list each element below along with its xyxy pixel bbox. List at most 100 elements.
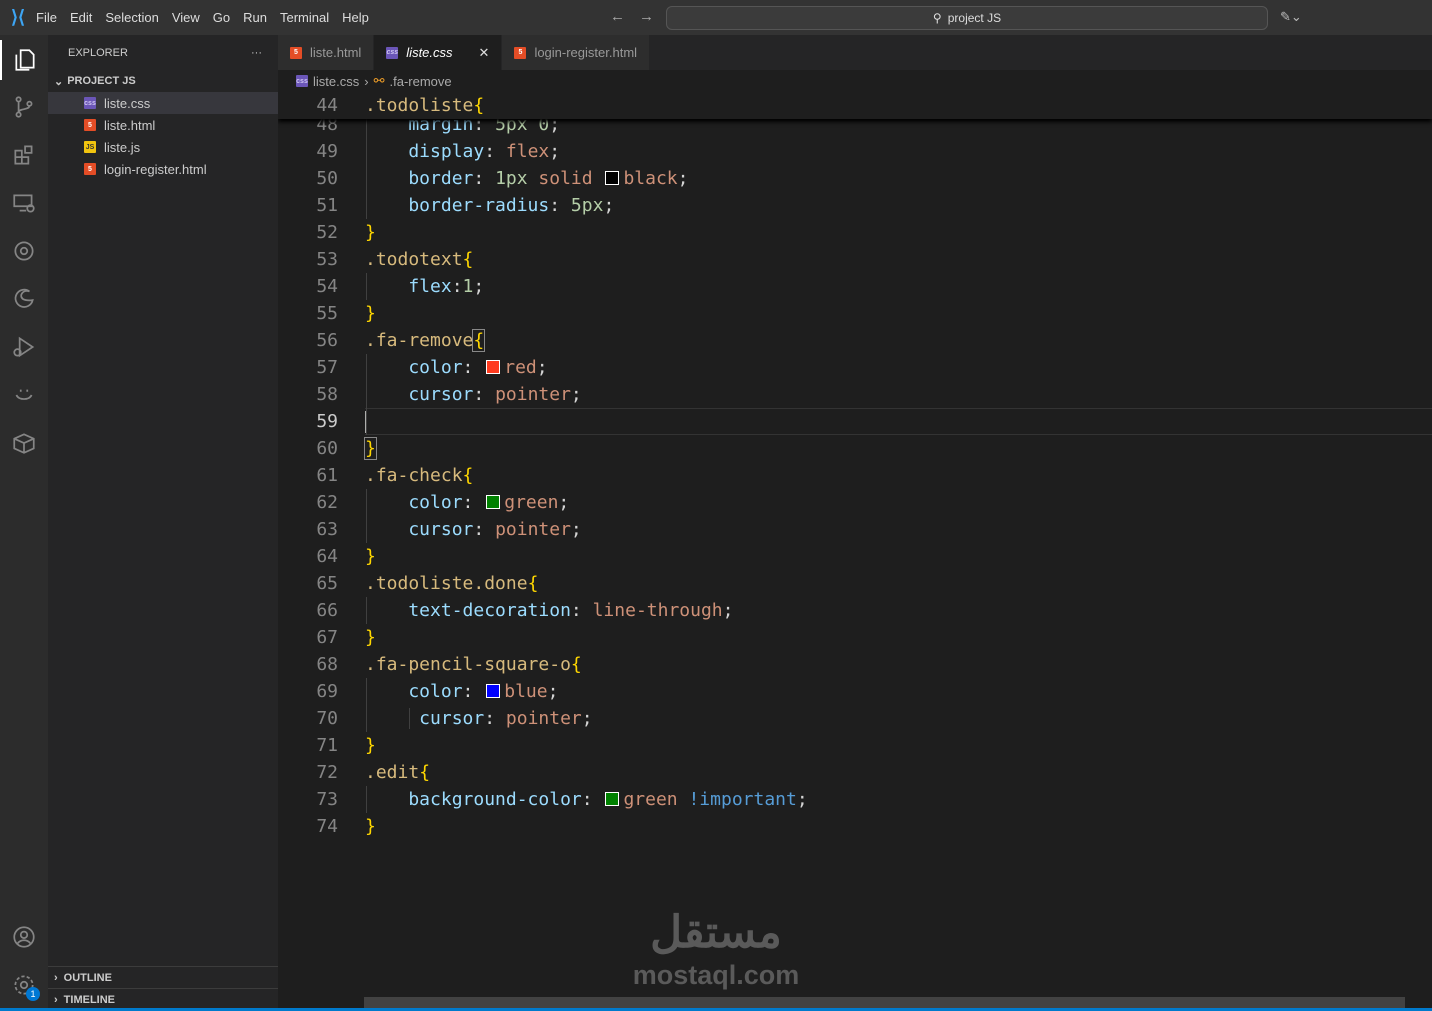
line-number: 52 — [316, 221, 338, 243]
line-number: 70 — [316, 707, 338, 729]
chevron-right-icon: › — [54, 971, 58, 984]
live-share-icon[interactable] — [0, 375, 48, 415]
line-code: cursor: pointer; — [365, 381, 581, 408]
accounts-icon[interactable] — [0, 917, 48, 957]
line-code: .fa-remove{ — [365, 327, 486, 354]
token-sel: .todoliste — [365, 95, 474, 116]
line-code: display: flex; — [365, 138, 560, 165]
code-line: 63 cursor: pointer; — [278, 516, 1432, 543]
file-item[interactable]: JS liste.js — [48, 136, 278, 158]
breadcrumb-file[interactable]: liste.css — [313, 74, 359, 89]
token-prop: text-decoration — [365, 599, 571, 621]
line-number: 54 — [316, 275, 338, 297]
color-swatch[interactable] — [486, 359, 501, 374]
code-line: 73 background-color: green !important; — [278, 786, 1432, 813]
line-code: .fa-pencil-square-o{ — [365, 651, 582, 678]
line-code: .todotext{ — [365, 246, 473, 273]
menu-go[interactable]: Go — [213, 10, 230, 25]
project-folder[interactable]: ⌄ PROJECT JS — [48, 70, 278, 92]
breadcrumb: css liste.css › ⚯ .fa-remove — [278, 70, 452, 92]
chevron-down-icon: ⌄ — [54, 75, 64, 88]
copilot-chat-icon[interactable]: ✎⌄ — [1280, 9, 1302, 25]
code-line: 56 .fa-remove{ — [278, 327, 1432, 354]
token-prop: border-radius — [365, 194, 550, 216]
token-brace: { — [419, 761, 431, 783]
token-punct: : — [581, 788, 604, 810]
token-prop: color — [365, 680, 463, 702]
color-swatch[interactable] — [605, 170, 620, 185]
code-line: 66 text-decoration: line-through; — [278, 597, 1432, 624]
line-number: 44 — [316, 95, 338, 116]
remote-explorer-icon[interactable] — [0, 183, 48, 223]
settings-gear-icon[interactable]: 1 — [0, 965, 48, 1005]
file-item[interactable]: css liste.css — [48, 92, 278, 114]
code-line: 55} — [278, 300, 1432, 327]
code-editor[interactable]: 48 margin: 5px 0; 49 display: flex; 50 bor… — [278, 92, 1432, 997]
line-number: 74 — [316, 815, 338, 837]
more-actions-button[interactable]: ··· — [251, 47, 262, 59]
color-swatch[interactable] — [486, 683, 501, 698]
edge-tools-icon[interactable] — [0, 279, 48, 319]
sticky-scroll-header[interactable]: 44 .todoliste{ — [278, 92, 1432, 119]
explorer-icon[interactable] — [0, 40, 48, 80]
html-file-icon: 5 — [84, 119, 96, 131]
line-number: 62 — [316, 491, 338, 513]
tab-login-register-html[interactable]: 5 login-register.html — [502, 35, 651, 70]
tab-liste-css[interactable]: css liste.css ✕ — [374, 35, 503, 70]
token-punct: ; — [558, 491, 570, 513]
color-swatch[interactable] — [605, 791, 620, 806]
kubernetes-icon[interactable] — [0, 231, 48, 271]
token-prop: cursor — [365, 383, 474, 405]
line-code: flex:1; — [365, 273, 484, 300]
close-tab-icon[interactable]: ✕ — [479, 45, 490, 61]
package-icon[interactable] — [0, 423, 48, 463]
line-code: cursor: pointer; — [365, 516, 581, 543]
token-brace: { — [570, 653, 582, 675]
token-prop: border — [365, 167, 474, 189]
line-number: 71 — [316, 734, 338, 756]
menu-file[interactable]: File — [36, 10, 57, 25]
outline-panel[interactable]: › OUTLINE — [48, 966, 278, 988]
file-item[interactable]: 5 login-register.html — [48, 158, 278, 180]
indent-guide — [366, 785, 367, 813]
menu-help[interactable]: Help — [342, 10, 369, 25]
breadcrumb-symbol[interactable]: .fa-remove — [389, 74, 451, 89]
token-punct: : — [462, 356, 485, 378]
token-brace: } — [365, 545, 376, 567]
run-debug-icon[interactable] — [0, 327, 48, 367]
token-punct: ; — [547, 680, 559, 702]
line-number: 73 — [316, 788, 338, 810]
token-val: black — [623, 167, 678, 189]
line-number: 66 — [316, 599, 338, 621]
forward-arrow-icon[interactable]: → — [639, 8, 654, 25]
code-line: 61 .fa-check{ — [278, 462, 1432, 489]
extensions-icon[interactable] — [0, 135, 48, 175]
code-line: 52} — [278, 219, 1432, 246]
token-prop: cursor — [365, 707, 485, 729]
command-center-search[interactable]: ⚲ project JS — [666, 6, 1268, 30]
menu-run[interactable]: Run — [243, 10, 267, 25]
line-number: 55 — [316, 302, 338, 324]
line-number: 72 — [316, 761, 338, 783]
horizontal-scrollbar[interactable] — [364, 997, 1405, 1008]
back-arrow-icon[interactable]: ← — [610, 8, 625, 25]
token-sel: .todotext — [365, 248, 463, 270]
menu-edit[interactable]: Edit — [70, 10, 92, 25]
token-punct: : — [473, 518, 496, 540]
chevron-right-icon: › — [54, 993, 58, 1006]
menu-terminal[interactable]: Terminal — [280, 10, 329, 25]
menu-view[interactable]: View — [172, 10, 200, 25]
color-swatch[interactable] — [486, 494, 501, 509]
line-code: } — [365, 624, 376, 651]
indent-guide — [366, 110, 367, 219]
tab-liste-html[interactable]: 5 liste.html — [278, 35, 375, 70]
code-line: 65 .todoliste.done{ — [278, 570, 1432, 597]
timeline-panel[interactable]: › TIMELINE — [48, 988, 278, 1010]
symbol-class-icon: ⚯ — [373, 73, 385, 88]
token-punct: : — [484, 707, 506, 729]
indent-guide — [366, 488, 367, 543]
file-item[interactable]: 5 liste.html — [48, 114, 278, 136]
menu-selection[interactable]: Selection — [105, 10, 158, 25]
source-control-icon[interactable] — [0, 87, 48, 127]
token-sel: .edit — [365, 761, 420, 783]
